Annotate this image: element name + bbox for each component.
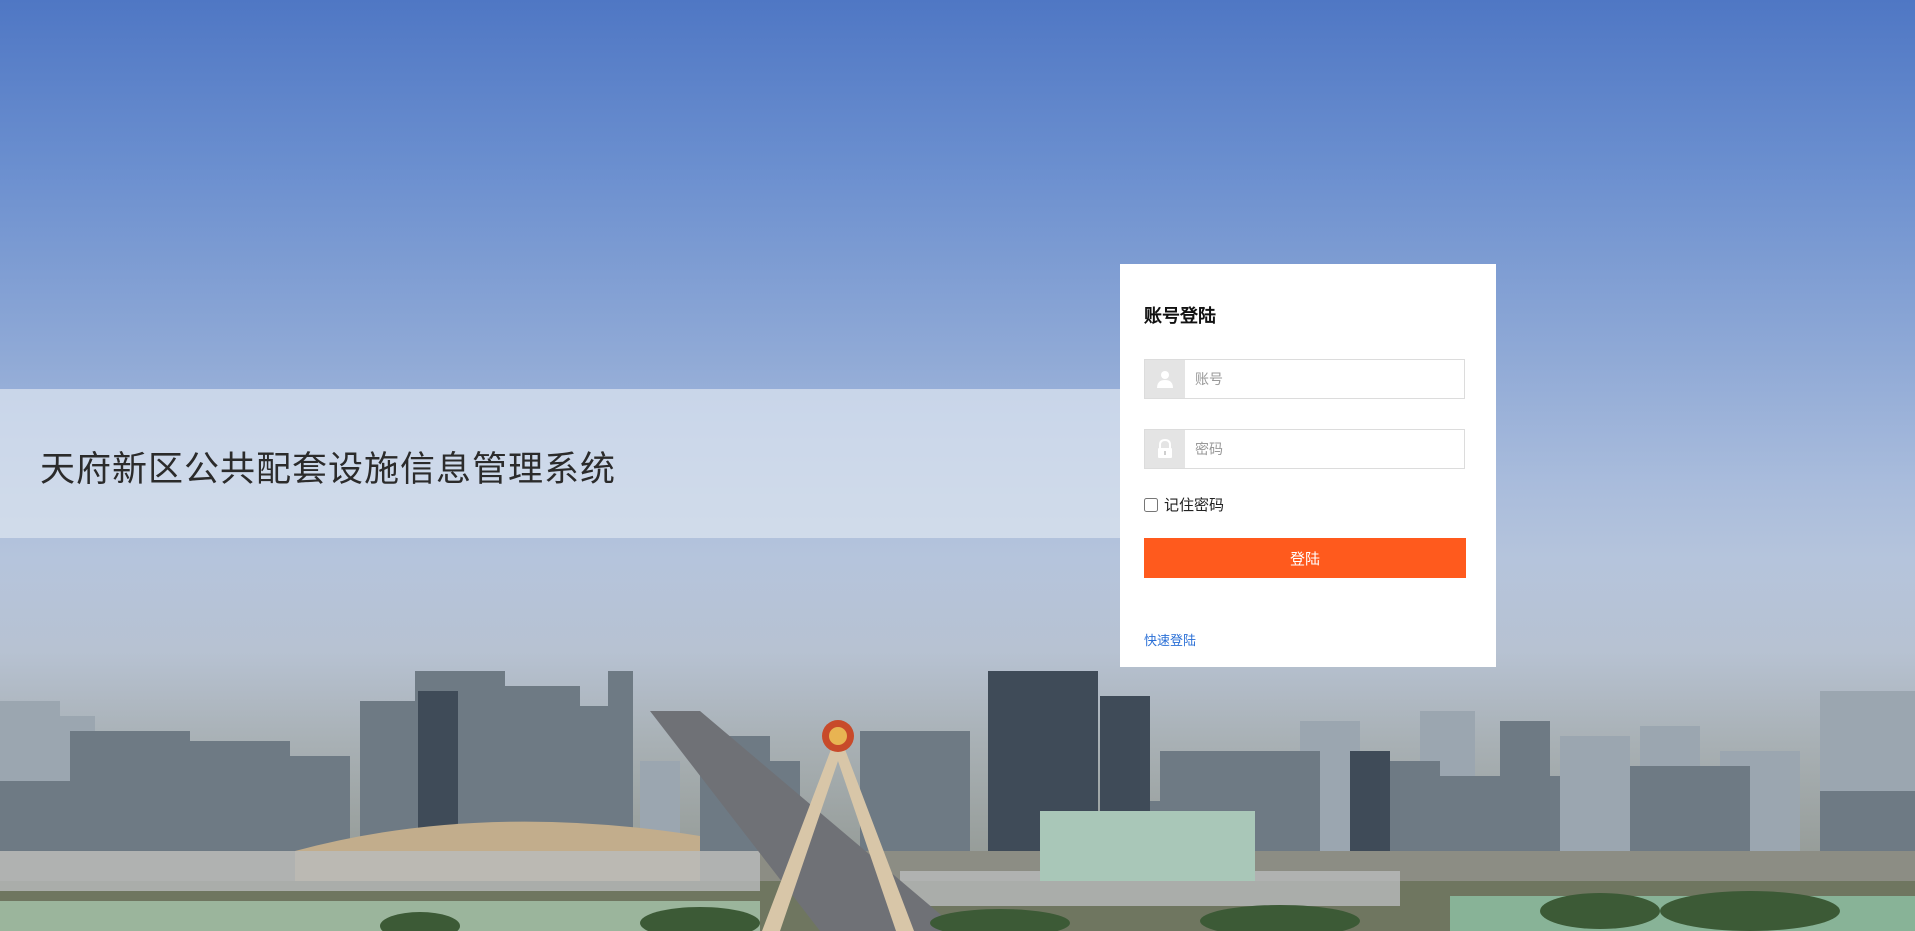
remember-password[interactable]: 记住密码 bbox=[1144, 494, 1224, 515]
city-skyline-background bbox=[0, 551, 1915, 931]
lock-icon bbox=[1145, 430, 1185, 468]
system-title: 天府新区公共配套设施信息管理系统 bbox=[40, 450, 617, 489]
title-band: 天府新区公共配套设施信息管理系统 bbox=[0, 389, 1125, 538]
password-field bbox=[1144, 429, 1465, 469]
quick-login-link[interactable]: 快速登陆 bbox=[1144, 630, 1196, 649]
login-card: 账号登陆 记住密码 登陆 bbox=[1120, 264, 1496, 667]
remember-password-checkbox[interactable] bbox=[1144, 497, 1158, 512]
username-field bbox=[1144, 359, 1465, 399]
username-input[interactable] bbox=[1185, 360, 1464, 398]
login-heading: 账号登陆 bbox=[1144, 306, 1216, 326]
login-button[interactable]: 登陆 bbox=[1144, 538, 1466, 578]
user-icon bbox=[1145, 360, 1185, 398]
remember-password-label: 记住密码 bbox=[1164, 497, 1225, 514]
login-page: 天府新区公共配套设施信息管理系统 账号登陆 账号 记住密码 登陆 快速登陆 bbox=[0, 0, 1915, 931]
password-input[interactable] bbox=[1185, 430, 1464, 468]
